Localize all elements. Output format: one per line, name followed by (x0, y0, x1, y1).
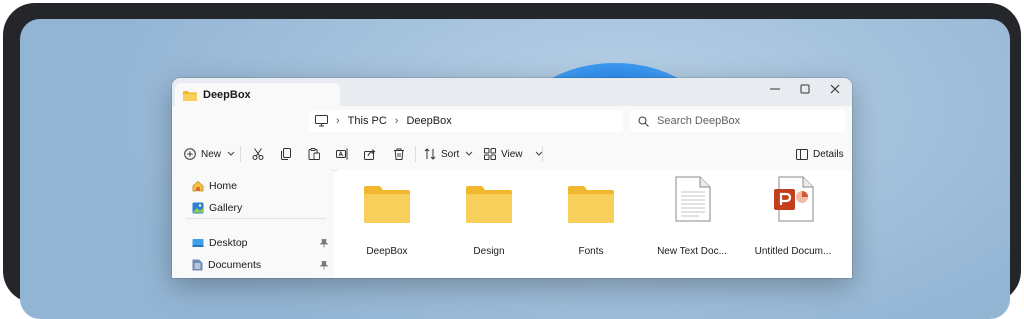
sort-icon (424, 148, 436, 160)
sidebar-item-desktop[interactable]: Desktop (192, 235, 248, 251)
chevron-down-icon (465, 151, 473, 156)
sidebar-item-label: Desktop (209, 237, 248, 249)
details-pane-icon (796, 148, 808, 160)
tab-deepbox[interactable]: DeepBox (175, 83, 340, 107)
folder-icon (183, 90, 197, 101)
share-button[interactable] (364, 146, 376, 162)
sidebar-item-label: Home (209, 180, 238, 192)
command-bar: New Sort View Details (172, 138, 852, 171)
search-input[interactable]: Search DeepBox (630, 110, 846, 132)
file-explorer-window: DeepBox › This PC › DeepBox Search DeepB… (172, 78, 852, 278)
file-name: Design (473, 246, 505, 257)
rename-icon (336, 148, 348, 160)
plus-circle-icon (184, 148, 196, 160)
title-bar: DeepBox (172, 78, 852, 107)
powerpoint-document-icon (774, 176, 814, 222)
file-name: Untitled Docum... (754, 246, 832, 257)
file-item-untitled-document[interactable]: Untitled Docum... (748, 170, 838, 278)
paste-icon (308, 148, 320, 160)
file-list: DeepBox Design Fonts New Text Doc... Unt… (334, 170, 852, 278)
gallery-icon (192, 202, 204, 214)
file-item-fonts[interactable]: Fonts (546, 170, 636, 278)
sidebar-item-label: Documents (208, 259, 262, 271)
close-button[interactable] (820, 78, 850, 100)
monitor-icon (315, 115, 328, 127)
view-button[interactable]: View (484, 146, 543, 162)
cut-button[interactable] (252, 146, 264, 162)
delete-icon (394, 148, 404, 160)
cut-icon (252, 148, 264, 160)
desktop-icon (192, 238, 204, 247)
view-label: View (501, 148, 523, 160)
tab-title: DeepBox (203, 89, 251, 101)
copy-icon (281, 148, 291, 160)
file-item-new-text-document[interactable]: New Text Doc... (647, 170, 737, 278)
close-icon (830, 84, 840, 94)
maximize-button[interactable] (790, 78, 820, 100)
folder-icon (364, 186, 410, 223)
new-label: New (201, 148, 222, 160)
file-name: New Text Doc... (657, 246, 727, 257)
file-item-deepbox[interactable]: DeepBox (342, 170, 432, 278)
details-button[interactable]: Details (796, 146, 844, 162)
sidebar-item-home[interactable]: Home (192, 178, 237, 194)
paste-button[interactable] (308, 146, 320, 162)
toolbar-divider (415, 146, 416, 162)
view-grid-icon (484, 148, 496, 160)
address-bar[interactable]: › This PC › DeepBox (309, 110, 623, 132)
text-document-icon (675, 176, 711, 222)
pin-icon[interactable] (320, 239, 328, 248)
file-name: Fonts (578, 246, 604, 257)
rename-button[interactable] (336, 146, 349, 162)
sidebar-item-label: Gallery (209, 202, 243, 214)
search-placeholder: Search DeepBox (657, 115, 741, 127)
sidebar-divider (186, 218, 326, 219)
search-icon (638, 115, 649, 127)
toolbar-divider (240, 146, 241, 162)
share-icon (364, 149, 376, 160)
breadcrumb-deepbox[interactable]: DeepBox (406, 115, 451, 127)
minimize-icon (770, 88, 780, 90)
new-button[interactable]: New (184, 146, 235, 162)
file-name: DeepBox (366, 246, 408, 257)
toolbar-divider (542, 146, 543, 162)
documents-icon (192, 259, 203, 271)
file-item-design[interactable]: Design (444, 170, 534, 278)
maximize-icon (800, 84, 810, 94)
sort-button[interactable]: Sort (424, 146, 473, 162)
sidebar-item-gallery[interactable]: Gallery (192, 200, 242, 216)
delete-button[interactable] (393, 146, 405, 162)
chevron-right-icon: › (336, 115, 340, 127)
minimize-button[interactable] (760, 78, 790, 100)
breadcrumb-this-pc[interactable]: This PC (348, 115, 387, 127)
chevron-down-icon (227, 151, 235, 156)
chevron-right-icon: › (394, 115, 399, 127)
folder-icon (466, 186, 512, 223)
folder-icon (568, 186, 614, 223)
address-row: › This PC › DeepBox Search DeepBox (172, 106, 852, 138)
navigation-pane: Home Gallery Desktop Documents (172, 170, 332, 278)
pin-icon[interactable] (320, 261, 328, 270)
sort-label: Sort (441, 148, 460, 160)
copy-button[interactable] (280, 146, 292, 162)
details-label: Details (813, 148, 844, 160)
home-icon (192, 180, 204, 192)
